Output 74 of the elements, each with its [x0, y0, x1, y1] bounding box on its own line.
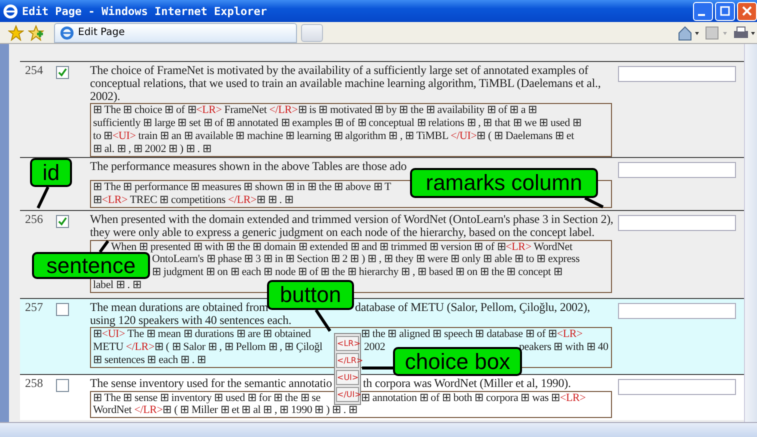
- close-icon: [742, 6, 752, 16]
- remarks-field[interactable]: [618, 66, 736, 82]
- tagged-text: ⊞ The ⊞ sense ⊞ inventory ⊞ used ⊞ for ⊞ the ⊞ se: [93, 392, 320, 404]
- new-tab-button[interactable]: [301, 24, 323, 42]
- maximize-icon: [720, 6, 730, 16]
- tagged-text: peakers ⊞ with ⊞ 40: [519, 341, 608, 354]
- browser-logo-icon: [3, 4, 18, 18]
- tagged-text: to ⊞<UI> train ⊞ an ⊞ available ⊞ machine ⊞ learning ⊞ algorithm ⊞ , ⊞ TiMBL </UI>⊞ ( ⊞ Daelemans ⊞ et: [93, 130, 574, 142]
- sentence-text: th corpora was WordNet (Miller et al, 1990).: [363, 376, 571, 390]
- checkbox[interactable]: [56, 66, 69, 79]
- favorites-star-icon[interactable]: [8, 24, 24, 40]
- row-id: 254: [25, 63, 43, 77]
- sentence-text: they were only able to express a generic judgment on each node of the hierarchy, based on the concept label.: [90, 224, 594, 239]
- row-id: 256: [25, 212, 43, 226]
- sentence-text: conceptual relations, that we used to train an available machine learning algorithm, TiMBL (Daelemans et al.,: [90, 76, 601, 90]
- sentence-text: The performance measures shown in the above Tables are those ado: [90, 158, 407, 173]
- remarks-field[interactable]: [618, 162, 736, 178]
- tagged-text: ⊞ al. ⊞ , ⊞ 2002 ⊞ ) ⊞ . ⊞: [93, 142, 212, 155]
- tagged-text: ⊞ annotation ⊞ of ⊞ both ⊞ corpora ⊞ was ⊞<LR>: [361, 392, 586, 404]
- tagged-text: WordNet </LR>⊞ ( ⊞ Miller ⊞ et ⊞ al ⊞ , ⊞ 1990 ⊞ ) ⊞ . ⊞: [93, 404, 358, 416]
- tagged-text: ⊞ The ⊞ performance ⊞ measures ⊞ shown ⊞ in ⊞ the ⊞ above ⊞ T: [93, 181, 391, 194]
- print-icon[interactable]: [733, 24, 757, 40]
- tagged-text: When ⊞ presented ⊞ with ⊞ the ⊞ domain ⊞ extended ⊞ and ⊞ trimmed ⊞ version ⊞ of ⊞<LR> WordNet: [111, 240, 572, 254]
- row-id: 257: [25, 300, 43, 314]
- callout-label: button: [267, 280, 354, 310]
- home-icon[interactable]: [677, 24, 701, 40]
- checkbox[interactable]: [56, 302, 69, 316]
- sentence-text: 2002).: [90, 88, 120, 103]
- checkbox[interactable]: [56, 214, 69, 228]
- tagged-text: ⊞<LR> TREC ⊞ competitions </LR>⊞ ⊞ . ⊞: [93, 194, 294, 206]
- tagged-text: ⊞ judgment ⊞ on ⊞ each ⊞ node ⊞ of ⊞ the ⊞ hierarchy ⊞ , ⊞ based ⊞ on ⊞ the ⊞ concept ⊞: [152, 266, 562, 279]
- tagged-text: 2002: [364, 341, 386, 354]
- remarks-field[interactable]: [618, 302, 736, 319]
- remarks-field[interactable]: [618, 378, 736, 395]
- tagged-text: ⊞ the ⊞ aligned ⊞ speech ⊞ database ⊞ of ⊞<LR>: [361, 328, 583, 342]
- sentence-text: The choice of FrameNet is motivated by the availability of a sufficiently large set of annotated examples of: [90, 63, 588, 77]
- sentence-text: database of METU (Salor, Pellom, Çiloğlu, 2002),: [355, 300, 590, 314]
- window-title: Edit Page - Windows Internet Explorer: [22, 4, 268, 18]
- leader-line: [584, 196, 604, 208]
- row-id: 258: [25, 376, 43, 390]
- leader-line: [314, 309, 332, 332]
- leader-line: [362, 366, 393, 370]
- browser-logo-icon: [60, 26, 74, 40]
- tagged-text: ⊞ sentences ⊞ each ⊞ . ⊞: [93, 354, 206, 366]
- close-button[interactable]: [737, 2, 757, 20]
- callout-label: ramarks column: [410, 168, 598, 198]
- leader-line: [98, 240, 110, 253]
- tagged-text: OntoLearn's ⊞ phase ⊞ 3 ⊞ in ⊞ Section ⊞ 2 ⊞ ) ⊞ , ⊞ they ⊞ were ⊞ only ⊞ able ⊞ to ⊞ express: [152, 253, 580, 266]
- tagged-text: ⊞<UI> The ⊞ mean ⊞ durations ⊞ are ⊞ obtained: [93, 328, 311, 340]
- leader-line: [36, 186, 50, 209]
- tagged-text: METU </LR>⊞ ( ⊞ Salor ⊞ , ⊞ Pellom ⊞ , ⊞ Çiloğl: [93, 341, 322, 354]
- checkbox[interactable]: [56, 378, 69, 392]
- tag-button[interactable]: <UI>: [336, 370, 359, 385]
- tagged-text: ⊞ The ⊞ choice ⊞ of ⊞<LR> FrameNet </LR>⊞ is ⊞ motivated ⊞ by ⊞ the ⊞ availability ⊞ of ⊞ a ⊞: [93, 104, 537, 116]
- horizontal-scrollbar[interactable]: [0, 422, 757, 437]
- tag-button[interactable]: </UI>: [336, 387, 359, 402]
- sentence-text: When presented with the domain extended and trimmed version of WordNet (OntoLearn's phase 3 in Section 2),: [90, 212, 614, 226]
- tag-button[interactable]: <LR>: [336, 336, 359, 351]
- vertical-scrollbar[interactable]: [744, 44, 757, 422]
- sentence-text: using 120 speakers with 40 sentences each.: [90, 312, 292, 327]
- sentence-text: The mean durations are obtained from: [90, 300, 268, 314]
- browser-tab[interactable]: Edit Page: [54, 22, 297, 42]
- tagged-text: sufficiently ⊞ large ⊞ set ⊞ of ⊞ annotated ⊞ examples ⊞ of ⊞ conceptual ⊞ relations ⊞ , ⊞ that ⊞ we ⊞ used ⊞: [93, 117, 582, 130]
- callout-label: choice box: [393, 347, 522, 376]
- minimize-button[interactable]: [693, 2, 713, 20]
- add-favorite-icon[interactable]: [28, 24, 44, 40]
- minimize-icon: [698, 14, 705, 16]
- feed-icon[interactable]: [705, 24, 729, 40]
- remarks-field[interactable]: [618, 214, 736, 231]
- tagged-text: label ⊞ . ⊞: [93, 278, 142, 291]
- sentence-text: The sense inventory used for the semantic annotatio: [90, 376, 332, 390]
- callout-label: id: [30, 158, 72, 187]
- maximize-button[interactable]: [715, 2, 735, 20]
- callout-label: sentence: [32, 252, 150, 279]
